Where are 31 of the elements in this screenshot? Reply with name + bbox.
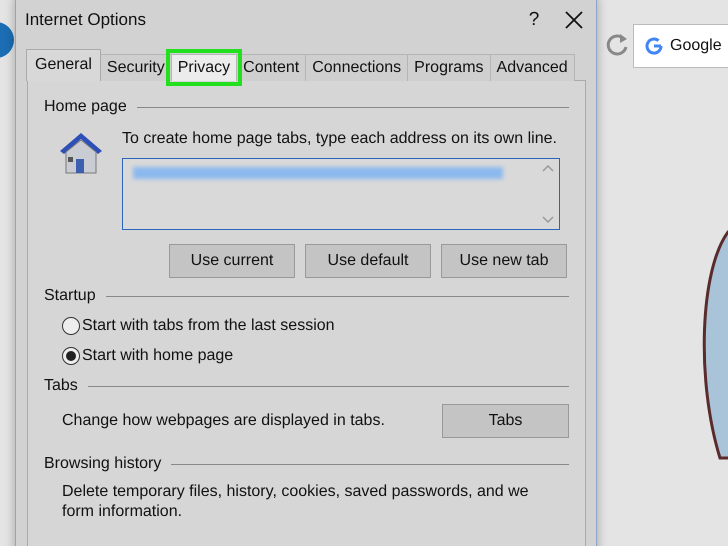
window-title: Internet Options (25, 9, 147, 32)
search-label: Google (670, 36, 722, 56)
home-page-field[interactable] (122, 158, 560, 230)
radio-button[interactable] (62, 317, 80, 335)
description-text: Change how webpages are displayed in tabs. (62, 411, 385, 431)
use-button[interactable]: Use new tab (441, 244, 567, 278)
close-icon[interactable] (564, 10, 584, 30)
tab[interactable]: Connections (305, 54, 408, 81)
tab[interactable]: Programs (407, 54, 491, 81)
description-text: Delete temporary files, history, cookies, saved passwords, and we (62, 482, 530, 502)
use-button[interactable]: Use current (169, 244, 295, 278)
instruction-text: To create home page tabs, type each address on its own line. (122, 129, 558, 149)
g-logo-icon (644, 36, 664, 56)
description-text: form information. (62, 502, 184, 522)
search-box[interactable]: Google (633, 24, 728, 68)
scroll-down-icon (542, 216, 554, 223)
use-button[interactable]: Use default (305, 244, 431, 278)
scroll-up-icon (542, 165, 554, 172)
tab[interactable]: Advanced (490, 54, 575, 81)
tab[interactable]: Content (236, 54, 306, 81)
tab[interactable]: General (26, 49, 101, 81)
section-heading: Startup (44, 286, 96, 306)
tab[interactable]: Security (100, 54, 172, 81)
section-heading: Browsing history (44, 454, 162, 474)
tabs-button[interactable]: Tabs (442, 404, 569, 438)
section-heading: Tabs (44, 376, 78, 396)
help-button[interactable]: ? (514, 6, 554, 34)
radio-button[interactable] (62, 347, 80, 365)
option-label: Start with tabs from the last session (82, 316, 335, 336)
section-heading: Home page (44, 97, 127, 117)
option-label: Start with home page (82, 346, 234, 366)
